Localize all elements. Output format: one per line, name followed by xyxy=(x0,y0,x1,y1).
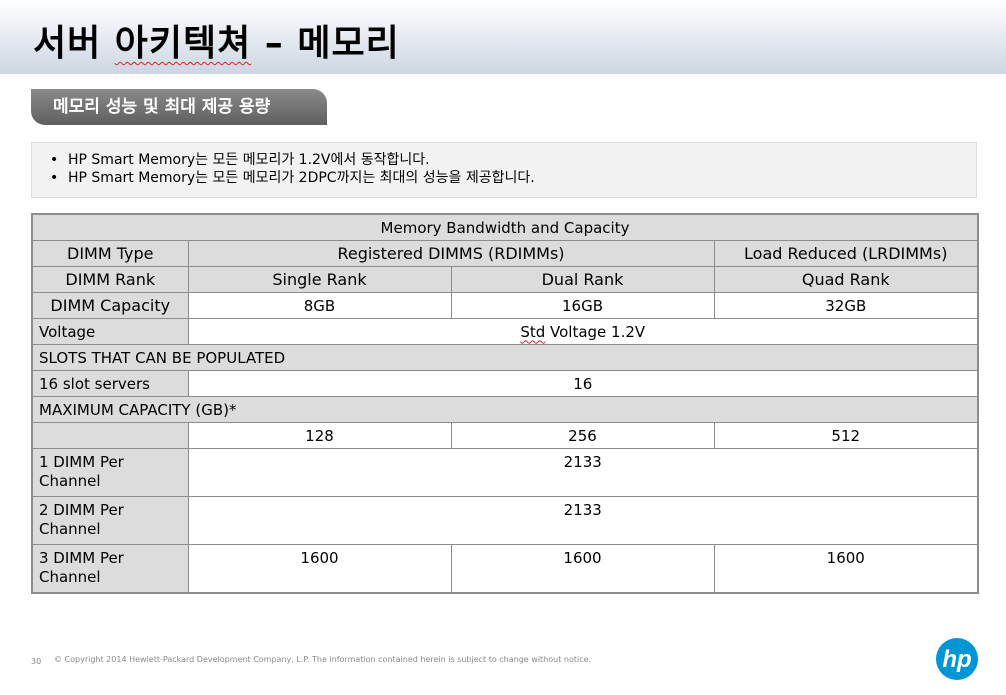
slot-servers-value: 16 xyxy=(187,370,979,397)
capacity-label: DIMM Capacity xyxy=(31,292,189,319)
table-row: 128 256 512 xyxy=(31,422,979,449)
bullet-box: HP Smart Memory는 모든 메모리가 1.2V에서 동작합니다. H… xyxy=(31,142,977,198)
title-part-1: 서버 xyxy=(33,23,115,64)
hp-logo-text: hp xyxy=(942,646,971,673)
table-row: Memory Bandwidth and Capacity xyxy=(31,213,979,241)
dpc2-label: 2 DIMM Per Channel xyxy=(31,496,189,545)
table-row: DIMM Type Registered DIMMS (RDIMMs) Load… xyxy=(31,240,979,267)
table-row: SLOTS THAT CAN BE POPULATED xyxy=(31,344,979,371)
page-title: 서버 아키텍쳐 – 메모리 xyxy=(33,14,400,66)
dpc2-value: 2133 xyxy=(187,496,979,545)
cap-dual: 16GB xyxy=(450,292,715,319)
voltage-value: Std Voltage 1.2V xyxy=(187,318,979,345)
rdimm-label: Registered DIMMS (RDIMMs) xyxy=(187,240,715,267)
dpc3-label: 3 DIMM Per Channel xyxy=(31,544,189,594)
table-row: 16 slot servers 16 xyxy=(31,370,979,397)
max-quad: 512 xyxy=(713,422,979,449)
voltage-std: Std xyxy=(520,322,546,341)
dpc3-single: 1600 xyxy=(187,544,452,594)
title-part-3: – 메모리 xyxy=(251,23,400,64)
max-capacity-header: MAXIMUM CAPACITY (GB)* xyxy=(31,396,979,423)
table-row: 3 DIMM Per Channel 1600 1600 1600 xyxy=(31,544,979,594)
bullet-list: HP Smart Memory는 모든 메모리가 1.2V에서 동작합니다. H… xyxy=(50,151,976,187)
table-row: Voltage Std Voltage 1.2V xyxy=(31,318,979,345)
copyright-notice: © Copyright 2014 Hewlett-Packard Develop… xyxy=(54,655,592,664)
cap-single: 8GB xyxy=(187,292,452,319)
table-row: 1 DIMM Per Channel 2133 xyxy=(31,448,979,497)
table-row: MAXIMUM CAPACITY (GB)* xyxy=(31,396,979,423)
max-single: 128 xyxy=(187,422,452,449)
rank-single: Single Rank xyxy=(187,266,452,293)
max-dual: 256 xyxy=(450,422,715,449)
empty-cell xyxy=(31,422,189,449)
dpc3-quad: 1600 xyxy=(713,544,979,594)
dimm-type-label: DIMM Type xyxy=(31,240,189,267)
table-row: 2 DIMM Per Channel 2133 xyxy=(31,496,979,545)
dpc1-value: 2133 xyxy=(187,448,979,497)
table-row: DIMM Capacity 8GB 16GB 32GB xyxy=(31,292,979,319)
slot-servers-label: 16 slot servers xyxy=(31,370,189,397)
hp-logo-icon: hp xyxy=(936,638,978,680)
voltage-rest: Voltage 1.2V xyxy=(545,322,646,341)
bullet-item: HP Smart Memory는 모든 메모리가 2DPC까지는 최대의 성능을… xyxy=(50,169,976,187)
bullet-item: HP Smart Memory는 모든 메모리가 1.2V에서 동작합니다. xyxy=(50,151,976,169)
dpc1-label: 1 DIMM Per Channel xyxy=(31,448,189,497)
rank-quad: Quad Rank xyxy=(713,266,979,293)
dimm-rank-label: DIMM Rank xyxy=(31,266,189,293)
slots-header: SLOTS THAT CAN BE POPULATED xyxy=(31,344,979,371)
page-number: 30 xyxy=(31,657,42,666)
table-row: DIMM Rank Single Rank Dual Rank Quad Ran… xyxy=(31,266,979,293)
lrdimm-label: Load Reduced (LRDIMMs) xyxy=(713,240,979,267)
voltage-label: Voltage xyxy=(31,318,189,345)
title-part-2: 아키텍쳐 xyxy=(114,23,252,64)
cap-quad: 32GB xyxy=(713,292,979,319)
section-tag: 메모리 성능 및 최대 제공 용량 xyxy=(31,89,327,125)
dpc3-dual: 1600 xyxy=(450,544,715,594)
rank-dual: Dual Rank xyxy=(450,266,715,293)
table-caption: Memory Bandwidth and Capacity xyxy=(31,213,979,241)
memory-spec-table: Memory Bandwidth and Capacity DIMM Type … xyxy=(31,213,979,594)
